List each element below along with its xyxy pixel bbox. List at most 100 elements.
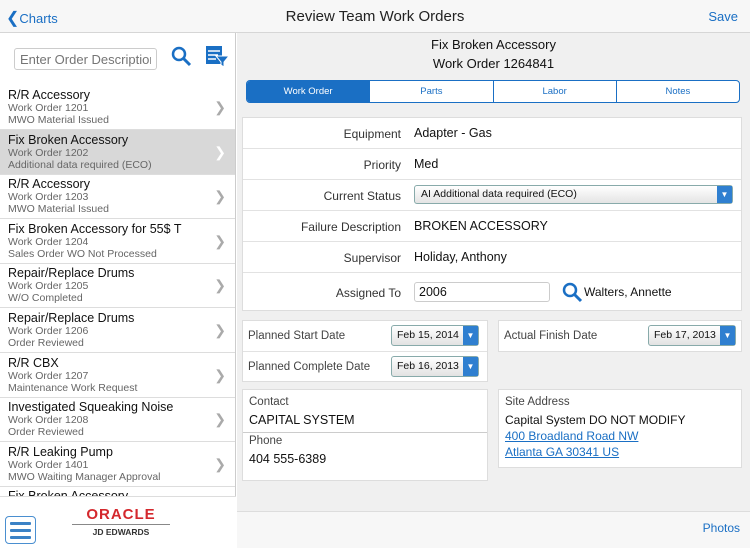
equipment-value: Adapter - Gas [414, 126, 492, 140]
dropdown-arrow-icon: ▼ [463, 326, 478, 345]
page-title: Review Team Work Orders [285, 8, 465, 25]
dropdown-arrow-icon: ▼ [717, 186, 732, 203]
item-status: Sales Order WO Not Processed [8, 247, 157, 260]
priority-label: Priority [363, 158, 401, 172]
item-order: Work Order 1205 [8, 280, 89, 293]
search-icon[interactable] [170, 45, 192, 72]
detail-subtitle: Work Order 1264841 [432, 56, 555, 71]
list-item[interactable]: R/R Accessory Work Order 1201 MWO Material… [0, 85, 235, 130]
list-item[interactable]: Repair/Replace Drums Work Order 1206 Order… [0, 308, 235, 353]
planned-start-value: Feb 15, 2014 [397, 329, 459, 341]
list-item[interactable]: R/R Leaking Pump Work Order 1401 MWO Waiti… [0, 442, 235, 487]
tab-labor[interactable]: Labor [492, 81, 616, 102]
detail-title: Fix Broken Accessory [431, 37, 556, 52]
list-item[interactable]: R/R CBX Work Order 1207 Maintenance Work R… [0, 353, 235, 398]
supervisor-value: Holiday, Anthony [414, 250, 507, 264]
contact-value: CAPITAL SYSTEM [249, 413, 355, 427]
address-line1-link[interactable]: 400 Broadland Road NW [505, 429, 638, 443]
item-status: MWO Material Issued [8, 114, 109, 126]
item-order: Work Order 1202 [8, 146, 89, 159]
status-value: AI Additional data required (ECO) [421, 188, 577, 200]
status-label: Current Status [323, 189, 401, 203]
planned-start-label: Planned Start Date [248, 330, 346, 342]
item-status: MWO Material Issued [8, 203, 109, 216]
item-status: MWO Waiting Manager Approval [8, 470, 161, 483]
list-item[interactable]: Repair/Replace Drums Work Order 1205 W/O C… [0, 263, 235, 309]
planned-complete-picker[interactable]: Feb 16, 2013 ▼ [391, 356, 479, 377]
item-order: Work Order 1208 [8, 414, 89, 427]
item-order: Work Order 1204 [8, 235, 89, 248]
priority-value: Med [414, 157, 439, 171]
item-status: Maintenance Work Request [8, 381, 138, 394]
item-order: Work Order 1206 [8, 325, 89, 337]
item-title: Repair/Replace Drums [8, 311, 135, 325]
tab-work-order[interactable]: Work Order [247, 81, 370, 102]
item-title: R/R Accessory [8, 177, 90, 192]
item-order: Work Order 1201 [8, 102, 89, 114]
work-order-form: Equipment Adapter - Gas Priority Med Curre… [242, 117, 742, 311]
search-icon[interactable] [561, 281, 583, 303]
supervisor-label: Supervisor [343, 251, 401, 265]
site-address-label: Site Address [505, 396, 570, 408]
actual-dates: Actual Finish Date Feb 17, 2013 ▼ [498, 320, 742, 352]
planned-dates: Planned Start Date Feb 15, 2014 ▼ Planned… [242, 320, 488, 382]
item-status: Order Reviewed [8, 426, 84, 439]
item-title: R/R Leaking Pump [8, 444, 113, 459]
item-title: Fix Broken Accessory [8, 132, 129, 147]
site-address-box: Site Address Capital System DO NOT MODIF… [498, 389, 742, 468]
list-item[interactable]: Fix Broken Accessory for 55$ T Work Order… [0, 219, 235, 264]
item-order: Work Order 1203 [8, 191, 89, 204]
list-item[interactable]: Fix Broken Accessory Work Order 1202 Addit… [0, 129, 235, 175]
item-title: Repair/Replace Drums [8, 266, 135, 281]
item-order: Work Order 1207 [8, 369, 89, 382]
item-status: Order Reviewed [8, 337, 84, 349]
status-select[interactable]: AI Additional data required (ECO) ▼ [414, 185, 733, 204]
menu-icon[interactable] [5, 516, 36, 544]
chevron-right-icon: ❯ [214, 232, 226, 249]
list-item[interactable]: Investigated Squeaking Noise Work Order 1… [0, 397, 235, 443]
actual-finish-value: Feb 17, 2013 [654, 329, 716, 341]
filter-icon[interactable] [205, 44, 231, 73]
logo-sub: JD EDWARDS [92, 527, 150, 537]
equipment-label: Equipment [343, 127, 401, 141]
actual-finish-label: Actual Finish Date [504, 330, 598, 342]
address-line2-link[interactable]: Atlanta GA 30341 US [505, 445, 619, 459]
planned-complete-value: Feb 16, 2013 [397, 360, 459, 372]
item-order: Work Order 1401 [8, 458, 89, 471]
item-title: Investigated Squeaking Noise [8, 400, 174, 415]
list-item[interactable]: R/R Accessory Work Order 1203 MWO Material… [0, 174, 235, 220]
failure-value: BROKEN ACCESSORY [414, 219, 548, 233]
chevron-right-icon: ❯ [214, 411, 226, 428]
item-status: Additional data required (ECO) [8, 158, 152, 171]
item-title: Fix Broken Accessory for 55$ T [8, 221, 182, 236]
chevron-right-icon: ❯ [214, 277, 226, 294]
chevron-right-icon: ❯ [214, 366, 226, 383]
site-name: Capital System DO NOT MODIFY [505, 413, 686, 427]
tab-bar: Work Order Parts Labor Notes [246, 80, 740, 103]
oracle-logo: ORACLE JD EDWARDS [72, 506, 170, 537]
tab-parts[interactable]: Parts [369, 81, 492, 102]
planned-complete-label: Planned Complete Date [248, 361, 371, 373]
contact-label: Contact [249, 396, 289, 408]
search-input[interactable] [14, 48, 157, 70]
bottom-toolbar [237, 511, 750, 548]
photos-button[interactable]: Photos [703, 521, 740, 535]
phone-label: Phone [249, 435, 283, 447]
item-status: W/O Completed [8, 292, 83, 305]
item-title: R/R Accessory [8, 88, 90, 102]
tab-notes[interactable]: Notes [615, 81, 739, 102]
planned-start-picker[interactable]: Feb 15, 2014 ▼ [391, 325, 479, 346]
chevron-right-icon: ❯ [214, 455, 226, 472]
save-button[interactable]: Save [708, 9, 738, 24]
failure-label: Failure Description [300, 220, 401, 234]
chevron-right-icon: ❯ [214, 143, 226, 160]
item-title: R/R CBX [8, 355, 59, 370]
assigned-name: Walters, Annette [584, 285, 672, 299]
dropdown-arrow-icon: ▼ [720, 326, 735, 345]
dropdown-arrow-icon: ▼ [463, 357, 478, 376]
contact-box: Contact CAPITAL SYSTEM Phone 404 555-638… [242, 389, 488, 481]
actual-finish-picker[interactable]: Feb 17, 2013 ▼ [648, 325, 736, 346]
assigned-input[interactable]: 2006 [414, 282, 550, 302]
chevron-right-icon: ❯ [214, 99, 226, 115]
chevron-right-icon: ❯ [214, 322, 226, 338]
